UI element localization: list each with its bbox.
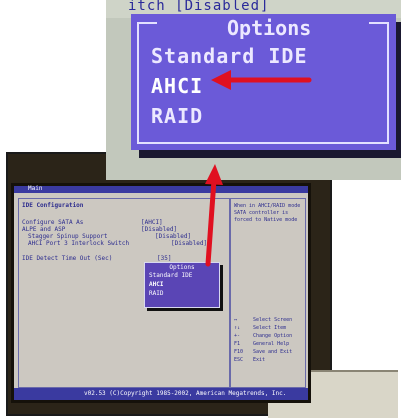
key-name: F10 (234, 349, 244, 355)
red-pointer-arrow-vertical (205, 164, 223, 267)
key-name: +- (234, 333, 241, 339)
setting-label[interactable]: Configure SATA As (22, 219, 83, 226)
setting-label[interactable]: ALPE and ASP (22, 226, 65, 233)
setting-value[interactable]: [Disabled] (141, 226, 177, 233)
zoom-top-text: itch [Disabled] (128, 0, 270, 14)
setting-label[interactable]: Stagger Spinup Support (28, 233, 107, 240)
key-desc: Select Screen (253, 317, 293, 323)
bios-help-pane: When in AHCI/RAID mode SATA controller i… (230, 198, 306, 388)
key-name: F1 (234, 341, 241, 347)
copyright-text: v02.53 (C)Copyright 1985-2002, American … (84, 390, 287, 397)
bios-footer: v02.53 (C)Copyright 1985-2002, American … (14, 388, 308, 400)
key-name: ↑↓ (234, 325, 241, 331)
key-name: ESC (234, 357, 244, 363)
help-text: forced to Native mode (234, 217, 298, 223)
key-desc: Change Option (253, 333, 293, 339)
key-desc: General Help (253, 341, 290, 347)
zoom-option-ahci[interactable]: AHCI (151, 74, 203, 98)
setting-label[interactable]: AHCI Port 3 Interlock Switch (28, 240, 129, 247)
help-text: When in AHCI/RAID mode (234, 203, 301, 209)
option-raid[interactable]: RAID (149, 290, 163, 297)
option-standard-ide[interactable]: Standard IDE (149, 272, 192, 279)
key-desc: Exit (253, 357, 266, 363)
setting-value[interactable]: [AHCI] (141, 219, 163, 226)
key-name: ↔ (234, 317, 238, 323)
key-desc: Select Item (253, 325, 287, 331)
section-title: IDE Configuration (22, 202, 84, 209)
red-pointer-arrow-horizontal (211, 70, 312, 90)
setting-label[interactable]: IDE Detect Time Out (Sec) (22, 255, 112, 262)
zoom-option-raid[interactable]: RAID (151, 104, 203, 128)
photo-stage: Main IDE Configuration Configure SATA As… (0, 0, 401, 418)
zoom-popup-title: Options (227, 16, 312, 40)
key-desc: Save and Exit (253, 349, 293, 355)
help-text: SATA controller is (234, 210, 289, 216)
bios-tab-main[interactable]: Main (28, 185, 42, 192)
setting-value[interactable]: [35] (157, 255, 171, 262)
setting-value[interactable]: [Disabled] (155, 233, 191, 240)
option-ahci[interactable]: AHCI (149, 281, 163, 288)
bios-menu-bar: Main (14, 185, 308, 193)
